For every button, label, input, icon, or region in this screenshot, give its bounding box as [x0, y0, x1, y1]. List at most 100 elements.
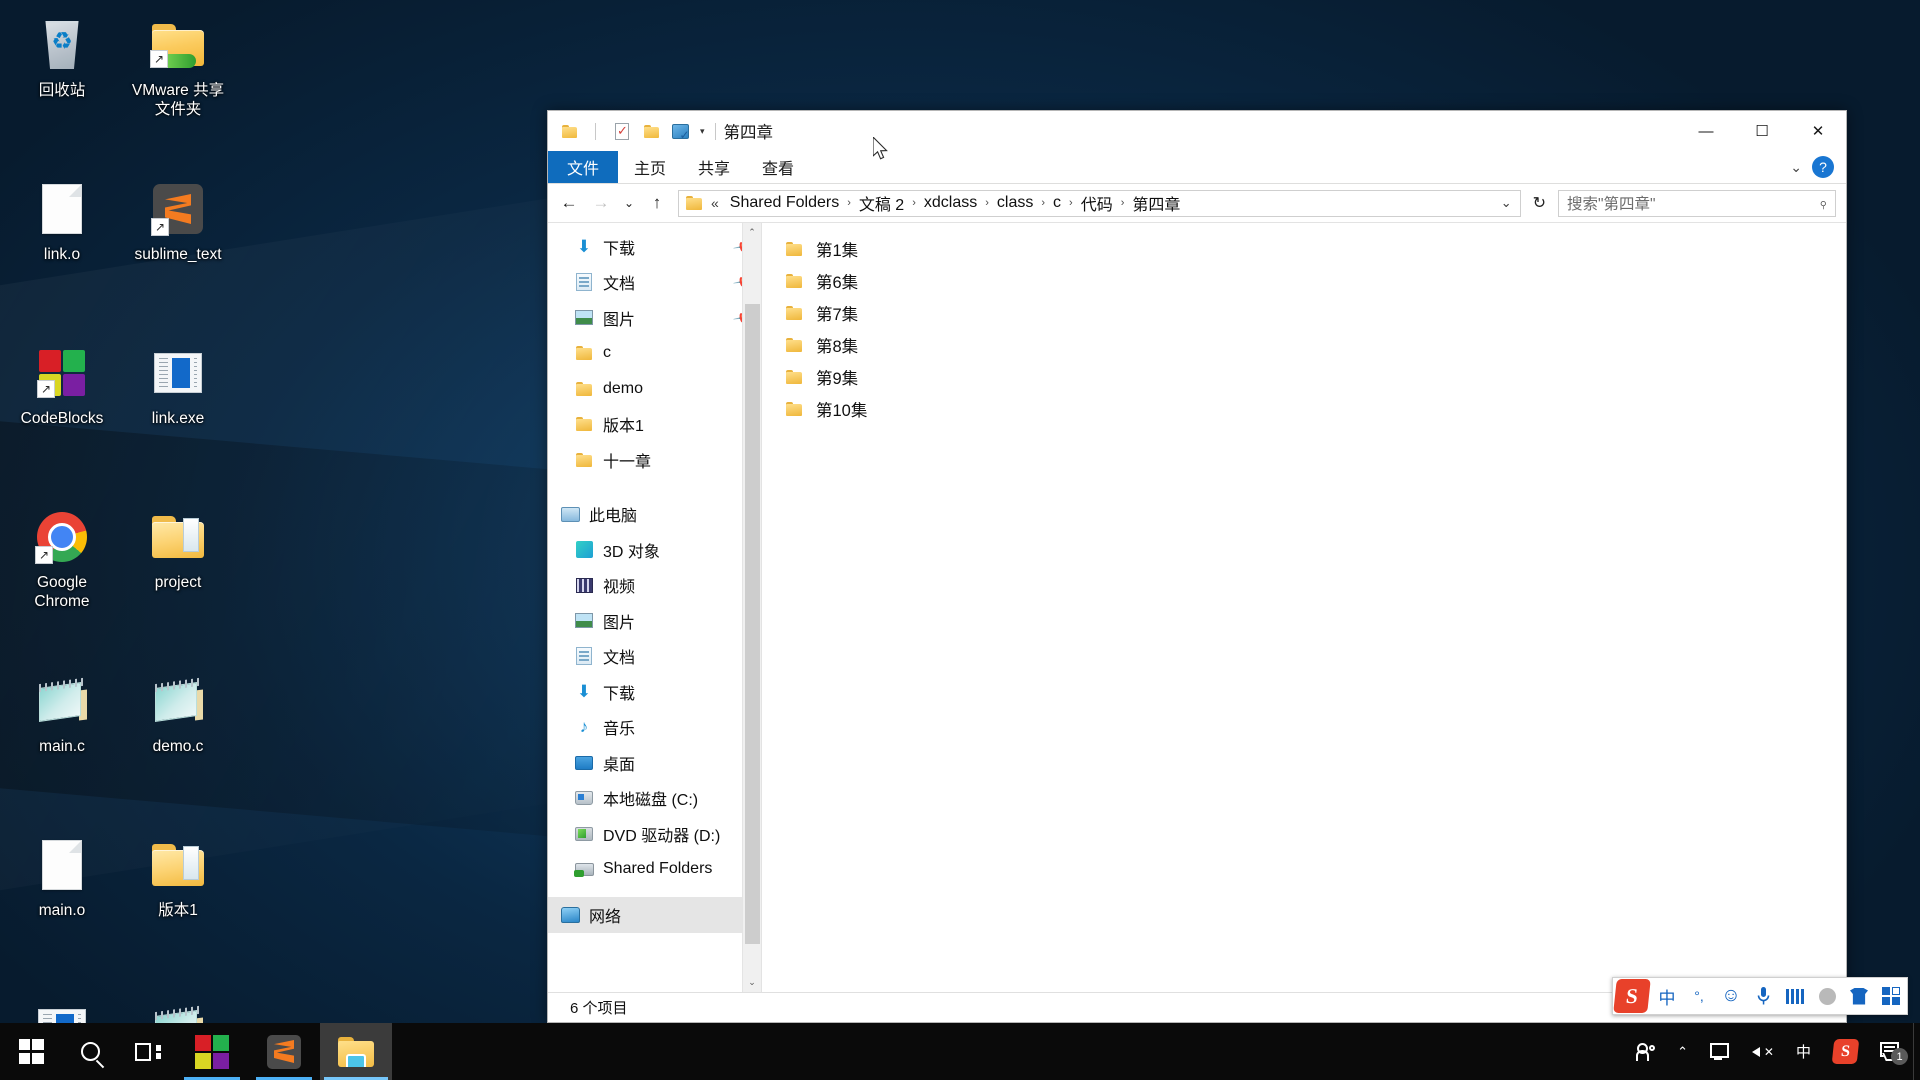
- list-item[interactable]: 第9集: [762, 361, 1846, 393]
- sidebar-item-3d-objects[interactable]: 3D 对象: [548, 532, 761, 568]
- new-folder-icon[interactable]: [558, 120, 580, 142]
- desktop-icon-main-o[interactable]: main.o: [6, 828, 118, 992]
- breadcrumb-item-wengao2[interactable]: 文稿 2: [854, 189, 909, 217]
- sidebar-item-music[interactable]: ♪ 音乐: [548, 710, 761, 746]
- file-list-pane[interactable]: 第1集 第6集 第7集 第8集 第9集 第10集: [762, 223, 1846, 992]
- sidebar-item-shiyizhang[interactable]: 十一章: [548, 442, 761, 478]
- forward-button[interactable]: →: [586, 188, 616, 218]
- properties-icon[interactable]: [611, 120, 633, 142]
- sidebar-item-banben1[interactable]: 版本1: [548, 407, 761, 443]
- chevron-down-icon[interactable]: ⌄: [1493, 195, 1520, 211]
- people-button[interactable]: [1624, 1023, 1666, 1080]
- list-item[interactable]: 第8集: [762, 329, 1846, 361]
- sidebar-item-documents-2[interactable]: 文档: [548, 639, 761, 675]
- scrollbar-thumb[interactable]: [744, 304, 760, 944]
- chevron-right-icon[interactable]: ›: [982, 197, 992, 209]
- list-item[interactable]: 第7集: [762, 297, 1846, 329]
- mail-icon[interactable]: [669, 120, 691, 142]
- show-hidden-icons-button[interactable]: ⌃: [1666, 1023, 1699, 1080]
- taskbar-app-codeblocks[interactable]: [176, 1023, 248, 1080]
- desktop-icon-recycle-bin[interactable]: ♻ 回收站: [6, 8, 118, 172]
- desktop-icon-google-chrome[interactable]: ↗ Google Chrome: [6, 500, 118, 664]
- sidebar-item-documents[interactable]: 文档 📌: [548, 265, 761, 301]
- scroll-down-icon[interactable]: ⌄: [742, 973, 761, 992]
- chevron-right-icon[interactable]: ›: [909, 197, 919, 209]
- window-titlebar[interactable]: ▾ 第四章 — ☐ ✕: [548, 111, 1846, 151]
- sidebar-item-dvd-drive-d[interactable]: DVD 驱动器 (D:): [548, 816, 761, 852]
- sidebar-item-shared-folders[interactable]: Shared Folders: [548, 852, 761, 888]
- help-icon[interactable]: ?: [1812, 156, 1834, 178]
- chinese-mode-icon[interactable]: 中: [1651, 978, 1683, 1014]
- chevron-right-icon[interactable]: ›: [1118, 197, 1128, 209]
- breadcrumb[interactable]: « Shared Folders › 文稿 2 › xdclass › clas…: [678, 189, 1521, 217]
- emoji-icon[interactable]: ☺: [1715, 978, 1747, 1014]
- sidebar-item-desktop[interactable]: 桌面: [548, 745, 761, 781]
- toolbox-icon[interactable]: [1875, 978, 1907, 1014]
- sidebar-item-videos[interactable]: 视频: [548, 568, 761, 604]
- breadcrumb-item-xdclass[interactable]: xdclass: [919, 192, 982, 214]
- sidebar-item-pictures-2[interactable]: 图片: [548, 603, 761, 639]
- minimize-button[interactable]: —: [1678, 111, 1734, 151]
- list-item[interactable]: 第1集: [762, 233, 1846, 265]
- file-explorer-window[interactable]: ▾ 第四章 — ☐ ✕ 文件 主页 共享 查看 ⌄ ? ← → ⌄ ↑: [547, 110, 1847, 1023]
- desktop-icon-project[interactable]: project: [122, 500, 234, 664]
- desktop-icon-link-o[interactable]: link.o: [6, 172, 118, 336]
- tab-home[interactable]: 主页: [618, 151, 682, 183]
- back-button[interactable]: ←: [554, 188, 584, 218]
- notifications-button[interactable]: 1: [1869, 1023, 1913, 1080]
- recent-locations-button[interactable]: ⌄: [618, 188, 640, 218]
- breadcrumb-item-class[interactable]: class: [992, 192, 1038, 214]
- sidebar-item-downloads-2[interactable]: ⬇ 下载: [548, 674, 761, 710]
- scrollbar-track[interactable]: [743, 242, 762, 973]
- sogou-ime-toolbar[interactable]: S 中 °, ☺: [1612, 977, 1908, 1015]
- refresh-button[interactable]: ↻: [1527, 193, 1552, 213]
- navigation-scrollbar[interactable]: ⌃ ⌄: [742, 223, 761, 992]
- chevron-down-icon[interactable]: ▾: [698, 126, 707, 137]
- chevron-down-icon[interactable]: ⌄: [1790, 159, 1802, 176]
- skin-icon[interactable]: [1843, 978, 1875, 1014]
- chevron-right-icon[interactable]: ›: [844, 197, 854, 209]
- navigation-pane[interactable]: ⬇ 下载 📌 文档 📌 图片 📌: [548, 223, 761, 992]
- desktop-icon-codeblocks[interactable]: ↗ CodeBlocks: [6, 336, 118, 500]
- desktop-background[interactable]: ♻ 回收站 ↗ VMware 共享文件夹 link.o ↗ sublime_te…: [0, 0, 1920, 1080]
- task-view-button[interactable]: [119, 1023, 176, 1080]
- sogou-tray-button[interactable]: S: [1822, 1023, 1869, 1080]
- desktop-icon-main-c[interactable]: main.c: [6, 664, 118, 828]
- show-desktop-button[interactable]: [1913, 1023, 1920, 1080]
- network-button[interactable]: [1699, 1023, 1741, 1080]
- list-item[interactable]: 第10集: [762, 393, 1846, 425]
- tab-share[interactable]: 共享: [682, 151, 746, 183]
- search-button[interactable]: [62, 1023, 119, 1080]
- taskbar-app-file-explorer[interactable]: [320, 1023, 392, 1080]
- maximize-button[interactable]: ☐: [1734, 111, 1790, 151]
- breadcrumb-item-c[interactable]: c: [1048, 192, 1066, 214]
- sidebar-item-downloads[interactable]: ⬇ 下载 📌: [548, 229, 761, 265]
- chevron-right-icon[interactable]: ›: [1038, 197, 1048, 209]
- sidebar-item-pictures[interactable]: 图片 📌: [548, 300, 761, 336]
- start-button[interactable]: [0, 1023, 62, 1080]
- sidebar-item-network[interactable]: 网络: [548, 897, 761, 933]
- desktop-icon-link-exe[interactable]: link.exe: [122, 336, 234, 500]
- desktop-icon-vmware-shared-folder[interactable]: ↗ VMware 共享文件夹: [122, 8, 234, 172]
- up-button[interactable]: ↑: [642, 188, 672, 218]
- sidebar-item-this-pc[interactable]: 此电脑: [548, 497, 761, 533]
- folder-icon[interactable]: [640, 120, 662, 142]
- tab-view[interactable]: 查看: [746, 151, 810, 183]
- breadcrumb-item-shared-folders[interactable]: Shared Folders: [725, 192, 844, 214]
- ime-indicator[interactable]: 中: [1785, 1023, 1822, 1080]
- scroll-up-icon[interactable]: ⌃: [742, 223, 761, 242]
- sidebar-item-local-disk-c[interactable]: 本地磁盘 (C:): [548, 781, 761, 817]
- sogou-logo-icon[interactable]: S: [1613, 979, 1651, 1013]
- desktop-icon-banben1[interactable]: 版本1: [122, 828, 234, 992]
- close-button[interactable]: ✕: [1790, 111, 1846, 151]
- breadcrumb-item-daima[interactable]: 代码: [1076, 189, 1118, 217]
- desktop-icon-sublime-text[interactable]: ↗ sublime_text: [122, 172, 234, 336]
- tab-file[interactable]: 文件: [548, 151, 619, 183]
- sidebar-item-demo[interactable]: demo: [548, 371, 761, 407]
- punctuation-mode-icon[interactable]: °,: [1683, 978, 1715, 1014]
- breadcrumb-overflow[interactable]: «: [705, 195, 725, 211]
- breadcrumb-item-disizhang[interactable]: 第四章: [1127, 189, 1185, 217]
- soft-keyboard-icon[interactable]: [1779, 978, 1811, 1014]
- user-account-icon[interactable]: [1811, 978, 1843, 1014]
- search-input[interactable]: 搜索"第四章" ⌕: [1558, 189, 1836, 217]
